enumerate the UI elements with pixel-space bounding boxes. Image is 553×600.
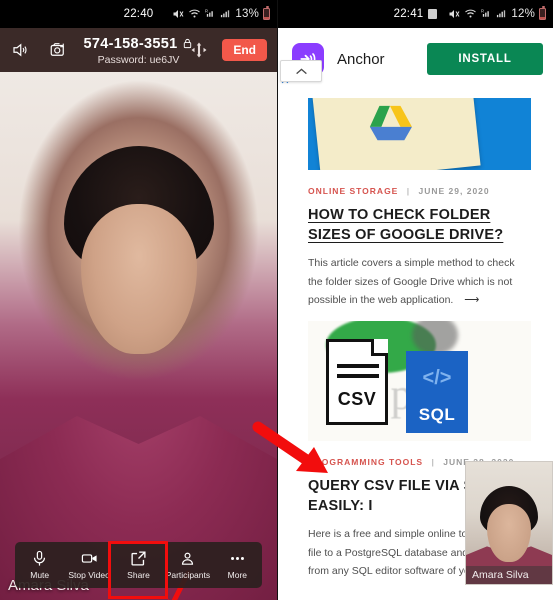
right-status-icons: R 12%	[448, 6, 546, 20]
sql-file-icon: </> SQL	[406, 351, 468, 434]
post-1-category[interactable]: ONLINE STORAGE	[308, 186, 398, 196]
post-1-excerpt: This article covers a simple method to c…	[308, 257, 515, 306]
svg-text:R: R	[205, 9, 208, 14]
csv-file-icon: CSV	[326, 339, 388, 426]
screenshot-indicator-icon	[428, 9, 438, 19]
wifi-icon	[188, 8, 201, 20]
post-1-read-more-arrow[interactable]: ⟶	[464, 294, 479, 306]
ad-collapse-button[interactable]	[280, 60, 322, 82]
toolbar-item-share[interactable]: Share	[114, 550, 163, 580]
post-2-image[interactable]: e pa CSV </> SQL	[308, 321, 531, 442]
csv-line-1	[337, 364, 379, 369]
post-1-excerpt-wrap: This article covers a simple method to c…	[308, 254, 523, 309]
post-1-meta: ONLINE STORAGE | JUNE 29, 2020	[308, 186, 523, 196]
post-2-category[interactable]: PROGRAMMING TOOLS	[308, 457, 423, 467]
left-status-bar: 22:40 R 13%	[0, 0, 277, 28]
ad-app-name: Anchor	[337, 50, 385, 68]
toolbar-item-more[interactable]: More	[213, 550, 262, 580]
right-status-time: 22:41	[393, 8, 424, 20]
mute-icon	[172, 8, 184, 20]
svg-text:R: R	[481, 9, 484, 14]
left-status-time: 22:40	[123, 8, 154, 20]
sql-label: SQL	[418, 405, 456, 425]
sql-code-glyph: </>	[422, 367, 452, 390]
meeting-header: 574-158-3551 Password: ue6JV End	[0, 28, 277, 72]
left-battery-percent: 13%	[235, 8, 259, 20]
meeting-id-row: 574-158-3551	[84, 36, 194, 52]
chevron-up-icon	[295, 67, 308, 76]
end-meeting-button[interactable]: End	[222, 39, 267, 61]
share-screen-icon	[130, 550, 147, 567]
switch-camera-icon[interactable]	[48, 41, 68, 59]
toolbar-label-stop-video: Stop Video	[68, 570, 110, 580]
toolbar-item-stop-video[interactable]: Stop Video	[64, 550, 113, 580]
post-1-separator: |	[406, 186, 411, 196]
toolbar-label-participants: Participants	[165, 570, 211, 580]
toolbar-item-mute[interactable]: Mute	[15, 550, 64, 580]
toolbar-label-mute: Mute	[30, 570, 50, 580]
main-video-feed[interactable]: Amara Silva Mute Stop Video	[0, 72, 277, 600]
ad-install-button[interactable]: INSTALL	[427, 43, 543, 75]
left-panel-zoom-meeting: 22:40 R 13% 574-158-3551 Password: ue6JV…	[0, 0, 277, 600]
left-status-icons: R 13%	[172, 6, 270, 20]
post-1-title[interactable]: HOW TO CHECK FOLDER SIZES OF GOOGLE DRIV…	[308, 206, 523, 245]
csv-file-fold	[371, 339, 388, 357]
post-1-date: JUNE 29, 2020	[418, 186, 490, 196]
right-panel-browser: 22:41 R 12% Anchor INSTALL ONLINE STORAG…	[277, 0, 553, 600]
post-1-image[interactable]	[308, 98, 531, 170]
video-camera-icon	[80, 550, 99, 567]
meeting-header-right-controls: End	[190, 39, 267, 61]
wifi-icon	[464, 8, 477, 20]
pip-video-thumbnail[interactable]: Amara Silva	[465, 461, 553, 585]
mute-icon	[448, 8, 460, 20]
speaker-icon[interactable]	[10, 41, 30, 59]
csv-label: CSV	[337, 389, 377, 410]
csv-line-2	[337, 374, 379, 379]
participants-icon	[179, 550, 196, 567]
meeting-toolbar: Mute Stop Video Share Participants More	[15, 542, 262, 588]
more-dots-icon	[228, 550, 247, 567]
signal-icon	[220, 8, 231, 20]
toolbar-item-participants[interactable]: Participants	[163, 550, 212, 580]
toolbar-label-share: Share	[127, 570, 150, 580]
toolbar-label-more: More	[227, 570, 248, 580]
battery-icon	[263, 6, 270, 20]
pip-participant-name: Amara Silva	[466, 566, 552, 584]
post-2-separator: |	[431, 457, 435, 468]
dual-screenshot: 22:40 R 13% 574-158-3551 Password: ue6JV…	[0, 0, 553, 600]
move-handle-icon[interactable]	[190, 41, 208, 59]
right-battery-percent: 12%	[511, 8, 535, 20]
right-status-bar: 22:41 R 12%	[278, 0, 553, 28]
meeting-header-left-controls	[10, 41, 68, 59]
microphone-icon	[31, 550, 48, 567]
signal-roaming-icon: R	[481, 8, 492, 20]
battery-icon	[539, 6, 546, 20]
signal-roaming-icon: R	[205, 8, 216, 20]
google-drive-logo-icon	[369, 105, 412, 141]
signal-icon	[496, 8, 507, 20]
meeting-id: 574-158-3551	[83, 35, 178, 52]
